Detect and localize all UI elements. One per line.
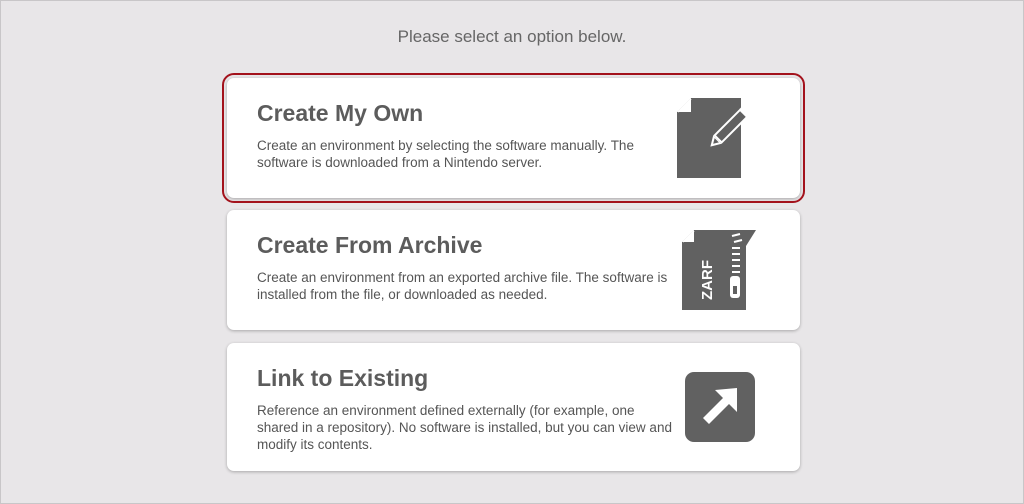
page-prompt: Please select an option below.: [397, 27, 627, 46]
document-edit-icon: [677, 98, 763, 180]
zarf-label: ZARF: [699, 260, 716, 300]
link-to-existing-option[interactable]: Link to Existing Reference an environmen…: [227, 343, 800, 471]
create-from-archive-description: Create an environment from an exported a…: [257, 270, 668, 302]
create-from-archive-option[interactable]: Create From Archive Create an environmen…: [227, 210, 800, 330]
create-my-own-option[interactable]: Create My Own Create an environment by s…: [222, 73, 805, 203]
zip-archive-icon: ZARF: [682, 230, 758, 312]
link-to-existing-description: Reference an environment defined externa…: [257, 403, 672, 452]
link-to-existing-title: Link to Existing: [257, 365, 429, 391]
create-from-archive-title: Create From Archive: [257, 232, 483, 258]
create-my-own-title: Create My Own: [257, 100, 424, 126]
external-link-icon: [685, 372, 755, 442]
create-my-own-description: Create an environment by selecting the s…: [257, 138, 634, 170]
